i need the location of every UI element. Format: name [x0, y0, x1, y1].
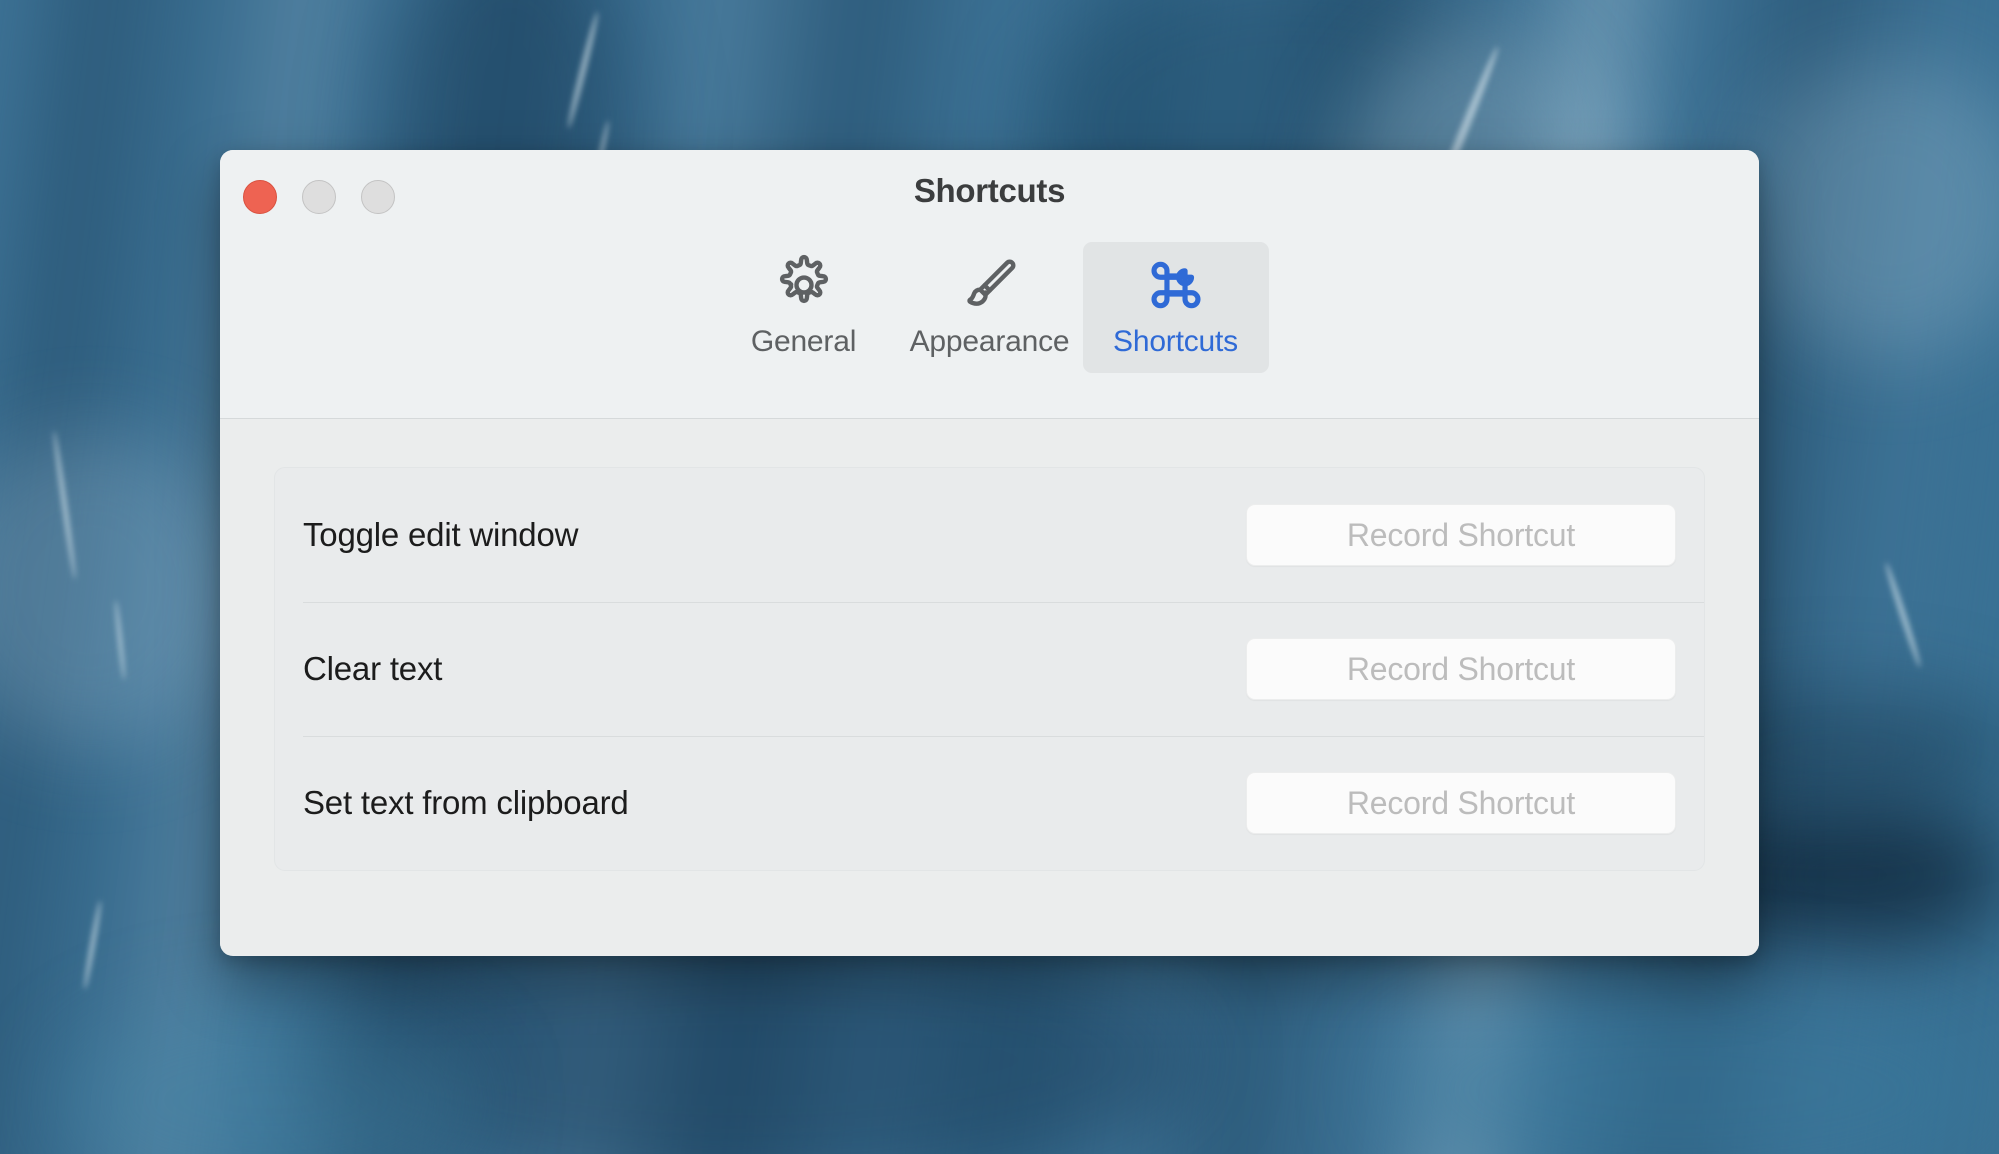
shortcut-row-set-text-from-clipboard: Set text from clipboard Record Shortcut	[275, 736, 1704, 870]
record-shortcut-button[interactable]: Record Shortcut	[1246, 638, 1676, 700]
shortcut-row-toggle-edit-window: Toggle edit window Record Shortcut	[275, 468, 1704, 602]
tab-general[interactable]: General	[711, 242, 897, 373]
shortcut-label: Clear text	[303, 650, 443, 687]
tab-appearance[interactable]: Appearance	[897, 242, 1083, 373]
window-content: Toggle edit window Record Shortcut Clear…	[220, 419, 1759, 955]
toolbar-tabs: General Appearance Shortcuts	[220, 242, 1759, 373]
tab-shortcuts-label: Shortcuts	[1113, 325, 1238, 358]
shortcut-row-clear-text: Clear text Record Shortcut	[275, 602, 1704, 736]
command-icon	[1145, 254, 1207, 316]
tab-appearance-label: Appearance	[909, 325, 1070, 358]
gear-icon	[773, 254, 835, 316]
window-title: Shortcuts	[913, 172, 1066, 209]
record-shortcut-button[interactable]: Record Shortcut	[1246, 772, 1676, 834]
paintbrush-icon	[959, 254, 1021, 316]
tab-general-label: General	[750, 325, 857, 358]
preferences-window: Shortcuts General Appearance Shortcuts T…	[220, 150, 1759, 956]
shortcuts-group: Toggle edit window Record Shortcut Clear…	[274, 467, 1705, 871]
shortcut-label: Toggle edit window	[303, 516, 579, 553]
tab-shortcuts[interactable]: Shortcuts	[1082, 242, 1269, 373]
window-toolbar: Shortcuts General Appearance Shortcuts	[220, 150, 1759, 419]
shortcut-label: Set text from clipboard	[303, 784, 629, 821]
record-shortcut-button[interactable]: Record Shortcut	[1246, 504, 1676, 566]
